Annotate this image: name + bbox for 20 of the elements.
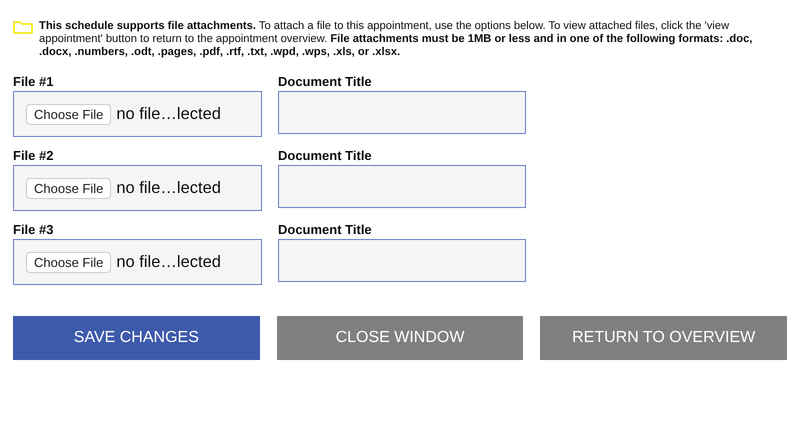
document-title-field[interactable]: [278, 239, 526, 282]
folder-icon: [13, 20, 33, 34]
save-button[interactable]: SAVE CHANGES: [13, 316, 260, 360]
document-title-label: Document Title: [278, 223, 373, 237]
instructions-text: This schedule supports file attachments. To attach a file to this appointment, use the options below. To view attached files, click the 'view appointment' button to return to the appointment overview. File attachments must be 1MB or less and in one of the following formats: .doc, .docx, .numbers, .odt, .pages, .pdf, .rtf, .txt, .wpd, .wps, .xls, or .xlsx.: [39, 20, 754, 59]
document-title-label: Document Title: [278, 75, 373, 89]
file-label: File #3: [13, 223, 54, 237]
file-status-text: no file…lected: [116, 104, 221, 124]
choose-file-button[interactable]: Choose File: [26, 252, 112, 272]
document-title-label: Document Title: [278, 149, 373, 163]
file-label: File #2: [13, 149, 54, 163]
document-title-field[interactable]: [278, 165, 526, 208]
document-title-field[interactable]: [278, 91, 526, 134]
choose-file-button[interactable]: Choose File: [26, 104, 112, 124]
file-status-text: no file…lected: [116, 178, 221, 198]
file-label: File #1: [13, 75, 54, 89]
action-button[interactable]: RETURN TO OVERVIEW: [540, 316, 788, 360]
file-status-text: no file…lected: [116, 252, 221, 272]
action-button[interactable]: CLOSE WINDOW: [276, 316, 524, 360]
choose-file-button[interactable]: Choose File: [26, 178, 112, 198]
